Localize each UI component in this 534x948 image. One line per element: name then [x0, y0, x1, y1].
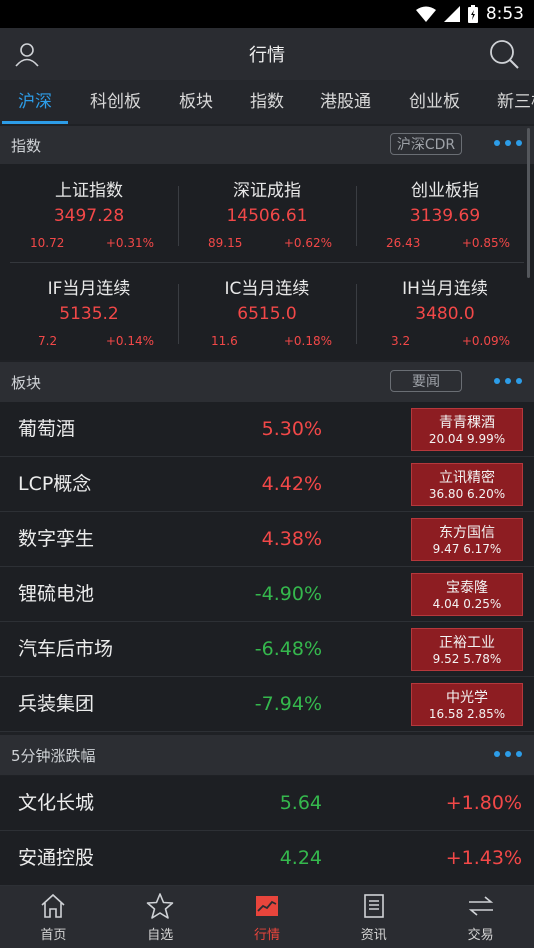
- nav-home[interactable]: 首页: [0, 886, 107, 948]
- home-icon: [41, 893, 65, 918]
- status-time: 8:53: [485, 4, 524, 24]
- sector-section-header: 板块 要闻: [0, 362, 534, 402]
- index-card[interactable]: 深证成指 14506.61 89.15 +0.62%: [178, 164, 356, 262]
- lead-stock-badge[interactable]: 中光学 16.58 2.85%: [411, 683, 523, 726]
- sector-row[interactable]: 汽车后市场 -6.48% 正裕工业 9.52 5.78%: [0, 622, 534, 677]
- tab-chinext[interactable]: 创业板: [409, 80, 460, 124]
- nav-news[interactable]: 资讯: [320, 886, 427, 948]
- wifi-icon: [415, 6, 436, 22]
- divider: [356, 284, 357, 344]
- index-grid: 上证指数 3497.28 10.72 +0.31% 深证成指 14506.61 …: [0, 164, 534, 360]
- bottom-nav: 首页 自选 行情 资讯 交易: [0, 886, 534, 948]
- more-icon[interactable]: [494, 751, 522, 757]
- nav-watchlist[interactable]: 自选: [107, 886, 214, 948]
- lead-stock-badge[interactable]: 东方国信 9.47 6.17%: [411, 518, 523, 561]
- app-header: 行情: [0, 28, 534, 80]
- trade-icon: [468, 896, 493, 916]
- tab-neeq[interactable]: 新三板: [497, 80, 534, 124]
- lead-stock-badge[interactable]: 青青稞酒 20.04 9.99%: [411, 408, 523, 451]
- more-icon[interactable]: [494, 378, 522, 384]
- divider: [178, 186, 179, 246]
- tab-sectors[interactable]: 板块: [179, 80, 213, 124]
- market-tabs: 沪深 科创板 板块 指数 港股通 创业板 新三板: [0, 80, 534, 124]
- divider: [178, 284, 179, 344]
- status-bar: 8:53: [0, 0, 534, 28]
- divider: [356, 186, 357, 246]
- movers-section-header: 5分钟涨跌幅: [0, 735, 534, 775]
- index-card[interactable]: 创业板指 3139.69 26.43 +0.85%: [356, 164, 534, 262]
- search-icon[interactable]: [488, 38, 520, 70]
- news-icon: [363, 894, 384, 918]
- index-card[interactable]: IC当月连续 6515.0 11.6 +0.18%: [178, 262, 356, 360]
- more-icon[interactable]: [494, 140, 522, 146]
- lead-stock-badge[interactable]: 立讯精密 36.80 6.20%: [411, 463, 523, 506]
- cdr-button[interactable]: 沪深CDR: [390, 133, 462, 155]
- index-card[interactable]: 上证指数 3497.28 10.72 +0.31%: [0, 164, 178, 262]
- index-section-title: 指数: [11, 136, 42, 155]
- scrollbar[interactable]: [527, 128, 530, 278]
- battery-icon: [467, 5, 478, 23]
- nav-market[interactable]: 行情: [214, 886, 321, 948]
- chart-icon: [255, 896, 278, 916]
- lead-stock-badge[interactable]: 宝泰隆 4.04 0.25%: [411, 573, 523, 616]
- sector-row[interactable]: 兵装集团 -7.94% 中光学 16.58 2.85%: [0, 677, 534, 732]
- sector-section-title: 板块: [11, 373, 42, 392]
- tab-star-market[interactable]: 科创板: [90, 80, 141, 124]
- sector-row[interactable]: 葡萄酒 5.30% 青青稞酒 20.04 9.99%: [0, 402, 534, 457]
- sector-row[interactable]: 锂硫电池 -4.90% 宝泰隆 4.04 0.25%: [0, 567, 534, 622]
- page-title: 行情: [249, 45, 285, 66]
- tab-indices[interactable]: 指数: [250, 80, 284, 124]
- news-button[interactable]: 要闻: [390, 370, 462, 392]
- mover-row[interactable]: 文化长城 5.64 +1.80%: [0, 776, 534, 831]
- movers-section-title: 5分钟涨跌幅: [11, 746, 96, 765]
- signal-icon: [443, 6, 460, 22]
- lead-stock-badge[interactable]: 正裕工业 9.52 5.78%: [411, 628, 523, 671]
- user-icon[interactable]: [14, 41, 40, 67]
- index-card[interactable]: IH当月连续 3480.0 3.2 +0.09%: [356, 262, 534, 360]
- index-card[interactable]: IF当月连续 5135.2 7.2 +0.14%: [0, 262, 178, 360]
- index-section-header: 指数 沪深CDR: [0, 126, 534, 164]
- sector-row[interactable]: 数字孪生 4.38% 东方国信 9.47 6.17%: [0, 512, 534, 567]
- mover-row[interactable]: 安通控股 4.24 +1.43%: [0, 831, 534, 886]
- star-icon: [146, 893, 174, 919]
- divider: [10, 262, 524, 263]
- sector-row[interactable]: LCP概念 4.42% 立讯精密 36.80 6.20%: [0, 457, 534, 512]
- tab-hushen[interactable]: 沪深: [2, 80, 68, 124]
- nav-trade[interactable]: 交易: [427, 886, 534, 948]
- tab-hk-connect[interactable]: 港股通: [320, 80, 371, 124]
